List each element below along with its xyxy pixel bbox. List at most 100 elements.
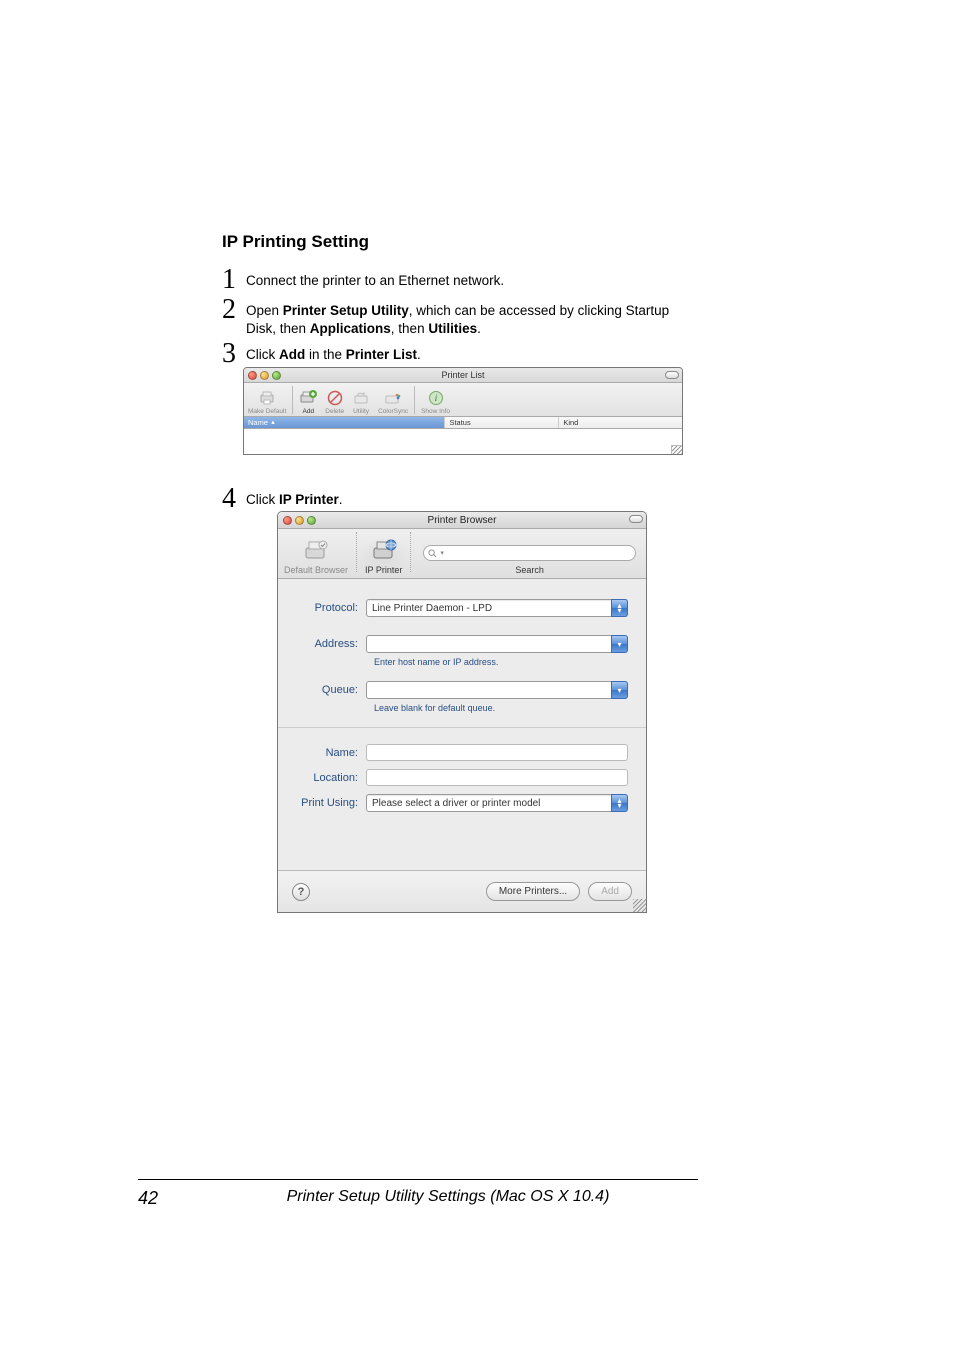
delete-icon (326, 389, 344, 407)
t: Printer Setup Utility (283, 303, 409, 318)
step-number: 1 (222, 266, 246, 294)
step-number: 3 (222, 340, 246, 368)
value: Please select a driver or printer model (372, 798, 540, 809)
combo-arrow-icon: ▾ (611, 681, 628, 699)
step-4: 4 Click IP Printer. (222, 485, 343, 513)
queue-input[interactable]: ▾ (366, 681, 628, 699)
step-2: 2 Open Printer Setup Utility, which can … (222, 296, 702, 338)
default-browser-icon (301, 537, 331, 563)
titlebar: Printer List (244, 368, 682, 383)
search-input[interactable]: ▾ (423, 545, 636, 561)
info-icon: i (427, 389, 445, 407)
t: . (477, 321, 481, 336)
make-default-button[interactable]: Make Default (244, 383, 290, 416)
page-number: 42 (138, 1188, 158, 1209)
label: Search (515, 565, 544, 575)
address-label: Address: (296, 638, 366, 650)
label: IP Printer (365, 565, 402, 575)
label: Make Default (248, 408, 286, 415)
t: Click (246, 492, 279, 507)
add-button[interactable]: Add (588, 882, 632, 901)
t: Click (246, 347, 279, 362)
toolbar: Make Default Add Delete Utility (244, 383, 682, 417)
step-number: 2 (222, 296, 246, 324)
table-header: Name ▲ Status Kind (244, 417, 682, 429)
step-text: Open Printer Setup Utility, which can be… (246, 296, 702, 338)
t: Open (246, 303, 283, 318)
label: Show Info (421, 408, 450, 415)
add-printer-icon (299, 389, 317, 407)
toolbar-toggle-icon[interactable] (665, 371, 679, 379)
print-using-label: Print Using: (296, 797, 366, 809)
t: Add (279, 347, 305, 362)
ip-printer-tab[interactable]: IP Printer (359, 537, 408, 575)
help-button[interactable]: ? (292, 883, 310, 901)
column-kind[interactable]: Kind (559, 417, 682, 428)
more-printers-button[interactable]: More Printers... (486, 882, 580, 901)
t: Applications (310, 321, 391, 336)
resize-handle-icon[interactable] (633, 899, 646, 912)
add-button[interactable]: Add (295, 383, 321, 416)
toolbar-toggle-icon[interactable] (629, 515, 643, 523)
label: Utility (353, 408, 369, 415)
toolbar: Default Browser IP Printer ▾ Search (278, 529, 646, 579)
column-name[interactable]: Name ▲ (244, 417, 445, 428)
step-text: Click Add in the Printer List. (246, 340, 421, 364)
titlebar: Printer Browser (278, 512, 646, 529)
combo-arrow-icon: ▾ (611, 635, 628, 653)
printer-default-icon (258, 389, 276, 407)
step-text: Connect the printer to an Ethernet netwo… (246, 266, 504, 290)
address-hint: Enter host name or IP address. (374, 657, 628, 667)
footer-rule (138, 1179, 698, 1180)
utility-icon (352, 389, 370, 407)
printer-list-window: Printer List Make Default Add (243, 367, 683, 455)
location-input[interactable] (366, 769, 628, 786)
queue-hint: Leave blank for default queue. (374, 703, 628, 713)
t: IP Printer (279, 492, 339, 507)
footer-text: Printer Setup Utility Settings (Mac OS X… (158, 1188, 698, 1209)
resize-handle-icon[interactable] (671, 445, 683, 455)
label: Default Browser (284, 565, 348, 575)
queue-label: Queue: (296, 684, 366, 696)
window-title: Printer Browser (278, 515, 646, 526)
step-1: 1 Connect the printer to an Ethernet net… (222, 266, 702, 294)
value: Line Printer Daemon - LPD (372, 603, 492, 614)
bottom-bar: ? More Printers... Add (278, 870, 646, 912)
search-icon (428, 549, 437, 558)
address-input[interactable]: ▾ (366, 635, 628, 653)
protocol-select[interactable]: Line Printer Daemon - LPD ▴▾ (366, 599, 628, 617)
select-arrows-icon: ▴▾ (611, 794, 628, 812)
t: , then (391, 321, 429, 336)
name-label: Name: (296, 747, 366, 759)
divider (278, 727, 646, 728)
delete-button[interactable]: Delete (321, 383, 348, 416)
step-number: 4 (222, 485, 246, 513)
location-label: Location: (296, 772, 366, 784)
t: Printer List (346, 347, 417, 362)
form: Protocol: Line Printer Daemon - LPD ▴▾ A… (278, 579, 646, 812)
show-info-button[interactable]: i Show Info (417, 383, 454, 416)
sort-ascending-icon: ▲ (270, 420, 276, 426)
dropdown-arrow-icon: ▾ (440, 549, 444, 557)
label: Delete (325, 408, 344, 415)
table-body (244, 429, 682, 455)
utility-button[interactable]: Utility (348, 383, 374, 416)
label: Name (248, 418, 268, 427)
ip-printer-icon (369, 537, 399, 563)
colorsync-icon (384, 389, 402, 407)
page-footer: 42 Printer Setup Utility Settings (Mac O… (138, 1188, 698, 1209)
step-text: Click IP Printer. (246, 485, 343, 509)
default-browser-tab[interactable]: Default Browser (278, 537, 354, 575)
label: ColorSync (378, 408, 408, 415)
t: . (417, 347, 421, 362)
t: . (339, 492, 343, 507)
label: Add (303, 408, 315, 415)
window-title: Printer List (244, 370, 682, 380)
column-status[interactable]: Status (445, 417, 559, 428)
name-input[interactable] (366, 744, 628, 761)
print-using-select[interactable]: Please select a driver or printer model … (366, 794, 628, 812)
t: in the (305, 347, 346, 362)
printer-browser-window: Printer Browser Default Browser IP Print… (277, 511, 647, 913)
t: Utilities (428, 321, 477, 336)
colorsync-button[interactable]: ColorSync (374, 383, 412, 416)
